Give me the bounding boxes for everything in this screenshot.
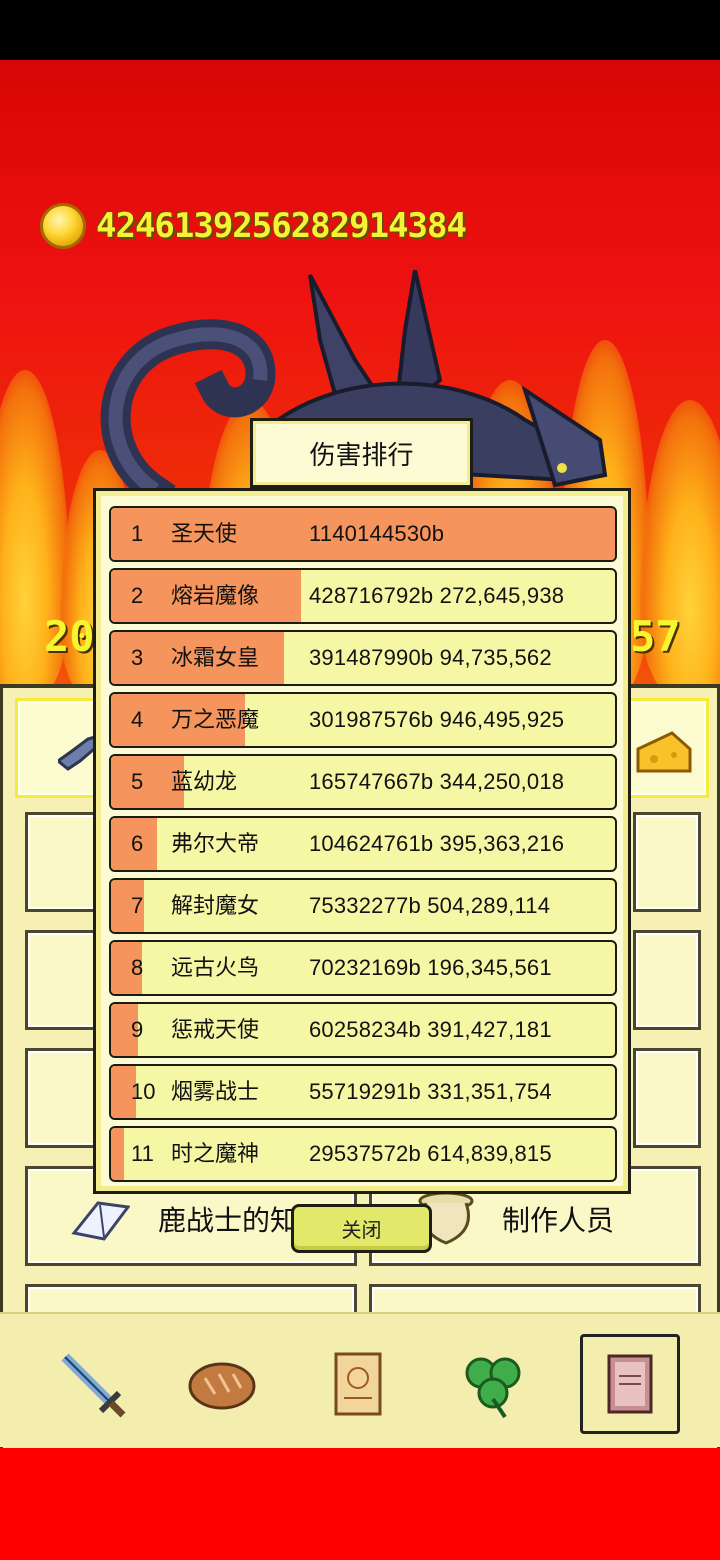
ranking-row[interactable]: 1 圣天使 1140144530b [109,506,617,562]
boss-hp-right: 57 [630,612,681,661]
rank-damage-value: 60258234b 391,427,181 [309,1017,552,1042]
nav-food[interactable] [172,1334,272,1434]
ranking-list[interactable]: 1 圣天使 1140144530b 2 熔岩魔像 428716792b 272,645,9… [109,506,617,1186]
boss-hp-left: 20 [44,612,95,661]
rank-name: 烟雾战士 [171,1079,260,1104]
rank-damage-value: 55719291b 331,351,754 [309,1079,552,1104]
dialog-title: 伤害排行 [309,439,414,470]
damage-bar-fill [111,1128,125,1180]
rank-name: 万之恶魔 [171,707,260,732]
close-button[interactable]: 关闭 [291,1204,432,1253]
journal-icon [607,1354,653,1414]
menu-slot[interactable] [633,812,701,912]
damage-ranking-dialog: 1 圣天使 1140144530b 2 熔岩魔像 428716792b 272,645,9… [93,488,631,1194]
gold-counter: 4246139256282914384 [40,203,467,249]
rank-number: 7 [131,893,144,918]
rank-name: 远古火鸟 [171,955,260,980]
rank-name: 圣天使 [171,521,238,546]
rank-damage-value: 75332277b 504,289,114 [309,893,551,918]
rank-number: 2 [131,583,144,608]
rank-damage-value: 29537572b 614,839,815 [309,1141,552,1166]
status-bar [0,0,720,60]
nav-scroll[interactable] [308,1334,408,1434]
rank-number: 3 [131,645,144,670]
rank-damage-value: 70232169b 196,345,561 [309,955,552,980]
rank-damage-value: 104624761b 395,363,216 [309,831,565,856]
ranking-row[interactable]: 9 惩戒天使 60258234b 391,427,181 [109,1002,617,1058]
menu-item-credits-label: 制作人员 [502,1205,615,1236]
rank-damage-value: 301987576b 946,495,925 [309,707,565,732]
clover-icon [465,1357,521,1419]
rank-name: 蓝幼龙 [171,769,238,794]
nav-luck[interactable] [444,1334,544,1434]
rank-number: 9 [131,1017,144,1042]
dialog-title-box: 伤害排行 [250,418,473,488]
sword-icon [61,1353,126,1418]
ranking-row[interactable]: 3 冰霜女皇 391487990b 94,735,562 [109,630,617,686]
ranking-row[interactable]: 10 烟雾战士 55719291b 331,351,754 [109,1064,617,1120]
ranking-row[interactable]: 11 时之魔神 29537572b 614,839,815 [109,1126,617,1182]
ranking-row[interactable]: 5 蓝幼龙 165747667b 344,250,018 [109,754,617,810]
cheese-icon [636,731,692,773]
ranking-row[interactable]: 2 熔岩魔像 428716792b 272,645,938 [109,568,617,624]
nav-journal[interactable] [580,1334,680,1434]
ranking-row[interactable]: 7 解封魔女 75332277b 504,289,114 [109,878,617,934]
rank-number: 1 [131,521,144,546]
coin-icon [40,203,86,249]
rank-name: 熔岩魔像 [171,583,260,608]
rank-name: 解封魔女 [171,893,260,918]
ranking-row[interactable]: 4 万之恶魔 301987576b 946,495,925 [109,692,617,748]
bottom-nav [0,1312,720,1447]
rank-number: 8 [131,955,144,980]
rank-number: 5 [131,769,144,794]
menu-slot[interactable] [633,1048,701,1148]
menu-slot[interactable] [633,930,701,1030]
rank-number: 6 [131,831,144,856]
book-icon [71,1201,130,1241]
scroll-icon [334,1352,382,1416]
rank-number: 4 [131,707,144,732]
rank-damage-value: 428716792b 272,645,938 [309,583,565,608]
rank-number: 10 [131,1079,156,1104]
rank-name: 弗尔大帝 [171,831,260,856]
bread-icon [188,1362,256,1410]
ranking-row[interactable]: 6 弗尔大帝 104624761b 395,363,216 [109,816,617,872]
rank-damage-value: 165747667b 344,250,018 [309,769,565,794]
rank-name: 冰霜女皇 [171,645,260,670]
rank-name: 惩戒天使 [171,1017,260,1042]
rank-damage-value: 391487990b 94,735,562 [309,645,552,670]
bottom-bar [0,1448,720,1560]
nav-battle[interactable] [42,1334,142,1434]
rank-damage-value: 1140144530b [309,521,445,546]
ranking-row[interactable]: 8 远古火鸟 70232169b 196,345,561 [109,940,617,996]
rank-number: 11 [131,1141,154,1166]
rank-name: 时之魔神 [171,1141,260,1166]
gold-amount: 4246139256282914384 [96,206,467,246]
